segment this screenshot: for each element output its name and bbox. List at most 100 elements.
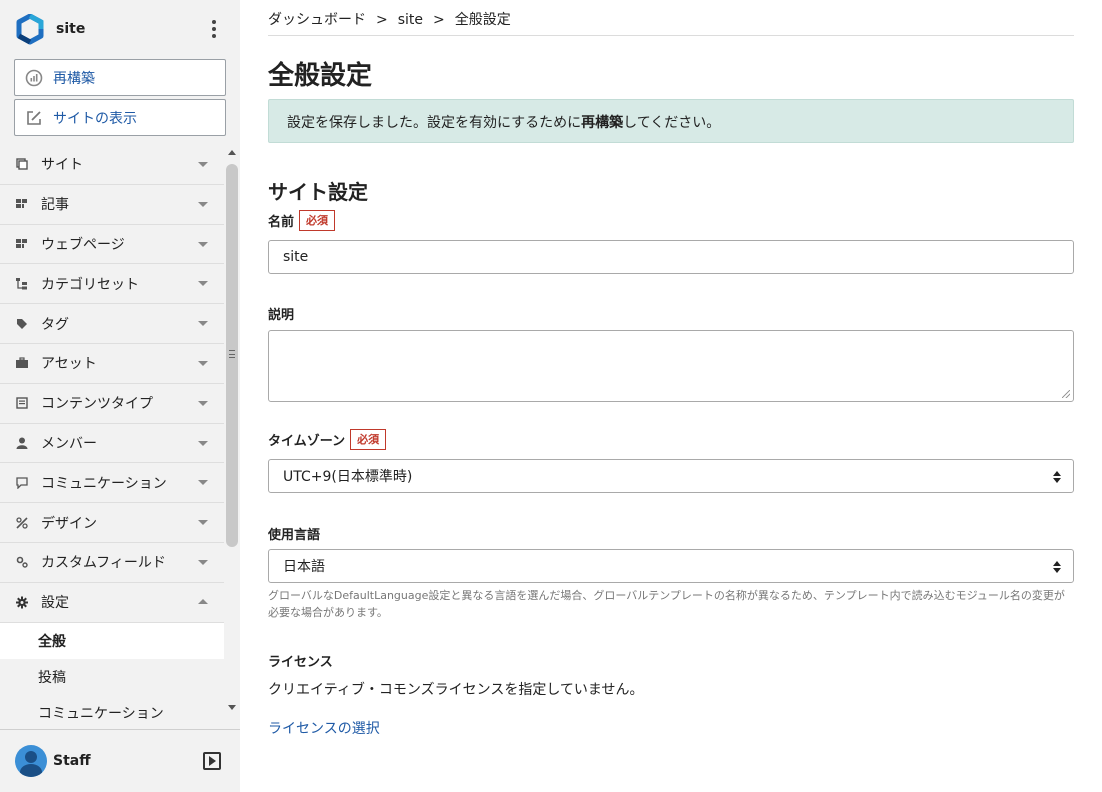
name-input[interactable]: site: [268, 240, 1074, 274]
custom-field-icon: [16, 556, 28, 569]
sidebar-item-custom-field[interactable]: カスタムフィールド: [0, 543, 224, 583]
language-label: 使用言語: [268, 524, 320, 543]
alert-rebuild-link[interactable]: 再構築: [581, 115, 623, 131]
category-set-icon: [16, 277, 28, 290]
scroll-up-icon[interactable]: [228, 150, 236, 155]
site-icon: [16, 158, 28, 171]
chevron-down-icon: [198, 360, 208, 366]
edit-external-icon: [27, 110, 41, 125]
site-logo-icon[interactable]: [14, 14, 46, 46]
sidebar-nav: サイト 記事 ウェブページ カテゴリセット タグ アセット コンテンツタイプ メ…: [0, 145, 224, 720]
sidebar-item-label: カスタムフィールド: [41, 555, 166, 572]
sidebar-item-label: 設定: [41, 595, 69, 612]
sidebar-item-label: 記事: [41, 197, 69, 214]
timezone-select[interactable]: UTC+9(日本標準時): [268, 459, 1074, 493]
name-input-value: site: [283, 249, 309, 265]
timezone-value: UTC+9(日本標準時): [283, 469, 413, 485]
sidebar-item-category-set[interactable]: カテゴリセット: [0, 264, 224, 305]
breadcrumb-divider: [268, 35, 1074, 36]
sidebar-subitem-communication[interactable]: コミュニケーション: [0, 695, 224, 720]
timezone-label: タイムゾーン 必須: [268, 429, 387, 450]
sidebar-item-label: カテゴリセット: [41, 276, 139, 293]
sidebar-item-settings[interactable]: 設定: [0, 583, 224, 623]
rebuild-label: 再構築: [53, 70, 95, 87]
name-label: 名前 必須: [268, 210, 336, 231]
license-label: ライセンス: [268, 651, 333, 670]
sidebar-subitem-general[interactable]: 全般: [0, 622, 224, 659]
sidebar-item-member[interactable]: メンバー: [0, 424, 224, 464]
select-arrows-icon: [1053, 561, 1061, 573]
view-site-button[interactable]: サイトの表示: [14, 99, 226, 136]
chevron-down-icon: [198, 321, 208, 327]
breadcrumb-site[interactable]: site: [398, 12, 423, 28]
sidebar-item-design[interactable]: デザイン: [0, 503, 224, 543]
breadcrumb-separator: >: [376, 12, 388, 28]
panel-toggle-icon[interactable]: [203, 752, 221, 770]
sidebar-scrollbar[interactable]: [224, 148, 240, 714]
description-textarea[interactable]: [268, 330, 1074, 402]
name-label-text: 名前: [268, 215, 295, 230]
sidebar-item-label: サイト: [41, 157, 83, 174]
tag-icon: [16, 318, 28, 330]
user-name[interactable]: Staff: [53, 753, 91, 769]
sidebar-subitem-posting[interactable]: 投稿: [0, 659, 224, 695]
member-icon: [16, 437, 28, 449]
asset-icon: [16, 357, 28, 369]
breadcrumb-dashboard[interactable]: ダッシュボード: [268, 12, 366, 28]
rebuild-icon: [25, 69, 43, 86]
license-label-text: ライセンス: [268, 655, 333, 670]
chevron-down-icon: [198, 162, 208, 167]
license-status-text: クリエイティブ・コモンズライセンスを指定していません。: [268, 682, 644, 698]
sidebar-item-tag[interactable]: タグ: [0, 304, 224, 344]
description-label-text: 説明: [268, 308, 295, 323]
resize-grip-icon[interactable]: [229, 350, 235, 358]
sidebar: site 再構築 サイトの表示 サイト 記事 ウェブページ カテゴリセット タグ…: [0, 0, 240, 792]
sidebar-item-label: コンテンツタイプ: [41, 396, 153, 413]
description-label: 説明: [268, 304, 294, 323]
sidebar-item-communication[interactable]: コミュニケーション: [0, 463, 224, 504]
kebab-menu-icon[interactable]: [206, 18, 222, 40]
timezone-label-text: タイムゾーン: [268, 434, 346, 449]
alert-text-after: してください。: [623, 115, 721, 131]
select-arrows-icon: [1053, 471, 1061, 483]
chevron-down-icon: [198, 520, 208, 526]
section-title: サイト設定: [268, 180, 368, 204]
license-select-link[interactable]: ライセンスの選択: [268, 718, 380, 738]
sidebar-item-asset[interactable]: アセット: [0, 344, 224, 384]
content-type-icon: [16, 397, 28, 409]
gear-icon: [16, 596, 28, 609]
breadcrumb-current: 全般設定: [454, 12, 511, 28]
breadcrumb: ダッシュボード > site > 全般設定: [268, 9, 511, 29]
scroll-down-icon[interactable]: [228, 705, 236, 710]
communication-icon: [16, 477, 28, 489]
required-badge: 必須: [299, 210, 336, 231]
language-select[interactable]: 日本語: [268, 549, 1074, 583]
required-badge: 必須: [350, 429, 387, 450]
chevron-down-icon: [198, 400, 208, 406]
language-value: 日本語: [283, 559, 325, 575]
chevron-down-icon: [198, 440, 208, 446]
sidebar-item-entry[interactable]: 記事: [0, 185, 224, 225]
view-site-label: サイトの表示: [53, 110, 137, 127]
sidebar-item-label: ウェブページ: [41, 236, 125, 253]
sidebar-item-site[interactable]: サイト: [0, 145, 224, 185]
sidebar-item-label: メンバー: [41, 435, 97, 452]
alert-text-before: 設定を保存しました。設定を有効にするために: [287, 115, 582, 131]
user-bar: Staff: [0, 729, 240, 792]
resize-handle-icon[interactable]: [1062, 390, 1070, 398]
chevron-down-icon: [198, 241, 208, 247]
page-title: 全般設定: [268, 61, 373, 91]
sidebar-item-content-type[interactable]: コンテンツタイプ: [0, 384, 224, 424]
sidebar-item-label: タグ: [41, 316, 69, 333]
design-icon: [16, 516, 28, 529]
site-name[interactable]: site: [56, 21, 85, 37]
rebuild-button[interactable]: 再構築: [14, 59, 226, 96]
avatar[interactable]: [15, 745, 47, 777]
chevron-down-icon: [198, 201, 208, 207]
sidebar-item-label: デザイン: [41, 515, 97, 532]
chevron-down-icon: [198, 480, 208, 486]
sidebar-item-webpage[interactable]: ウェブページ: [0, 225, 224, 265]
sidebar-item-label: コミュニケーション: [41, 475, 167, 492]
chevron-down-icon: [198, 281, 208, 287]
success-alert: 設定を保存しました。設定を有効にするために再構築してください。: [268, 99, 1074, 143]
